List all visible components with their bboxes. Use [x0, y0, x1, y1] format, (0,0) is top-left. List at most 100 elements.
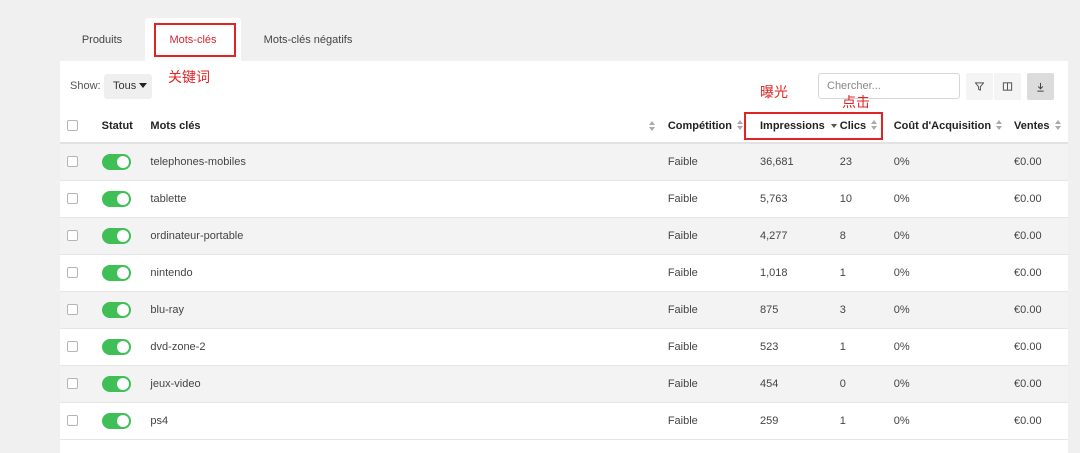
table-row: dvd-zone-2 Faible 523 1 0% €0.00: [60, 328, 1068, 366]
row-checkbox[interactable]: [67, 267, 78, 279]
tab-mots-cles[interactable]: Mots-clés: [145, 18, 241, 61]
acquisition-cost-cell: 0%: [882, 291, 1004, 329]
sort-icon: [1054, 119, 1062, 130]
status-toggle[interactable]: [101, 412, 131, 429]
clicks-cell: 10: [836, 180, 883, 218]
clicks-cell: 23: [836, 143, 883, 181]
table-row: jeux-video Faible 454 0 0% €0.00: [60, 365, 1068, 403]
show-filter-value: Tous: [113, 80, 137, 92]
status-toggle[interactable]: [101, 338, 131, 355]
impressions-cell: 259: [743, 402, 837, 440]
impressions-cell: 1,018: [743, 254, 837, 292]
tab-produits[interactable]: Produits: [60, 18, 144, 61]
download-button[interactable]: [1027, 73, 1054, 100]
header-clicks[interactable]: Clics: [836, 109, 883, 144]
table-row: blu-ray Faible 875 3 0% €0.00: [60, 291, 1068, 329]
columns-icon: [1002, 82, 1013, 91]
competition-cell: Faible: [658, 217, 744, 255]
header-status[interactable]: Statut: [101, 109, 151, 144]
row-checkbox[interactable]: [67, 378, 78, 390]
acquisition-cost-cell: 0%: [882, 365, 1004, 403]
acquisition-cost-cell: 0%: [882, 143, 1004, 181]
keyword-cell: telephones-mobiles: [150, 143, 659, 181]
status-toggle[interactable]: [101, 227, 131, 244]
competition-cell: Faible: [658, 180, 744, 218]
clicks-cell: 8: [836, 217, 883, 255]
tab-bar: Produits Mots-clés Mots-clés négatifs: [60, 18, 1068, 61]
header-impressions[interactable]: Impressions: [743, 109, 837, 144]
row-checkbox[interactable]: [67, 415, 78, 427]
table-header-row: Statut Mots clés Compétition Impressions…: [60, 109, 1068, 144]
impressions-cell: 5,763: [743, 180, 837, 218]
impressions-cell: 875: [743, 291, 837, 329]
show-filter-select[interactable]: Tous: [104, 74, 152, 99]
impressions-cell: 454: [743, 365, 837, 403]
acquisition-cost-cell: 0%: [882, 328, 1004, 366]
annotation-keywords: 关键词: [168, 70, 210, 86]
acquisition-cost-cell: 0%: [882, 180, 1004, 218]
status-toggle[interactable]: [101, 190, 131, 207]
columns-button[interactable]: [994, 73, 1021, 100]
competition-cell: Faible: [658, 291, 744, 329]
clicks-cell: 3: [836, 291, 883, 329]
status-toggle[interactable]: [101, 301, 131, 318]
select-all-checkbox[interactable]: [67, 120, 78, 132]
tab-mots-cles-negatifs[interactable]: Mots-clés négatifs: [250, 18, 366, 61]
sales-cell: €0.00: [1003, 143, 1068, 181]
row-checkbox[interactable]: [67, 156, 78, 168]
show-label: Show:: [70, 80, 101, 92]
annotation-clicks: 点击: [842, 95, 870, 111]
sales-cell: €0.00: [1003, 217, 1068, 255]
clicks-cell: 0: [836, 365, 883, 403]
table-row: nintendo Faible 1,018 1 0% €0.00: [60, 254, 1068, 292]
header-competition[interactable]: Compétition: [658, 109, 744, 144]
status-toggle[interactable]: [101, 375, 131, 392]
acquisition-cost-cell: 0%: [882, 254, 1004, 292]
table-row: ordinateur-portable Faible 4,277 8 0% €0.00: [60, 217, 1068, 255]
header-sales[interactable]: Ventes: [1003, 109, 1068, 144]
keyword-cell: jeux-video: [150, 365, 659, 403]
row-checkbox[interactable]: [67, 304, 78, 316]
row-checkbox[interactable]: [67, 230, 78, 242]
sales-cell: €0.00: [1003, 254, 1068, 292]
sales-cell: €0.00: [1003, 365, 1068, 403]
search-input[interactable]: [818, 73, 960, 99]
keywords-table: Statut Mots clés Compétition Impressions…: [60, 109, 1068, 440]
annotation-impressions: 曝光: [760, 85, 788, 101]
competition-cell: Faible: [658, 402, 744, 440]
sort-icon: [871, 119, 878, 130]
sort-icon: [648, 121, 656, 131]
sales-cell: €0.00: [1003, 180, 1068, 218]
sales-cell: €0.00: [1003, 328, 1068, 366]
competition-cell: Faible: [658, 328, 744, 366]
keyword-cell: tablette: [150, 180, 659, 218]
keyword-cell: ps4: [150, 402, 659, 440]
table-row: ps4 Faible 259 1 0% €0.00: [60, 402, 1068, 440]
keyword-cell: ordinateur-portable: [150, 217, 659, 255]
keyword-cell: nintendo: [150, 254, 659, 292]
status-toggle[interactable]: [101, 264, 131, 281]
sales-cell: €0.00: [1003, 402, 1068, 440]
row-checkbox[interactable]: [67, 341, 78, 353]
filter-button[interactable]: [966, 73, 993, 100]
competition-cell: Faible: [658, 365, 744, 403]
table-row: tablette Faible 5,763 10 0% €0.00: [60, 180, 1068, 218]
clicks-cell: 1: [836, 402, 883, 440]
status-toggle[interactable]: [101, 153, 131, 170]
impressions-cell: 36,681: [743, 143, 837, 181]
clicks-cell: 1: [836, 254, 883, 292]
keyword-cell: blu-ray: [150, 291, 659, 329]
impressions-cell: 4,277: [743, 217, 837, 255]
header-acquisition-cost[interactable]: Coût d'Acquisition: [882, 109, 1004, 144]
acquisition-cost-cell: 0%: [882, 402, 1004, 440]
sort-icon: [996, 119, 1003, 130]
clicks-cell: 1: [836, 328, 883, 366]
download-icon: [1037, 82, 1044, 92]
header-keyword[interactable]: Mots clés: [150, 109, 659, 144]
filter-icon: [974, 82, 985, 91]
row-checkbox[interactable]: [67, 193, 78, 205]
sort-icon: [736, 119, 744, 130]
caret-down-icon: [139, 83, 148, 88]
acquisition-cost-cell: 0%: [882, 217, 1004, 255]
sales-cell: €0.00: [1003, 291, 1068, 329]
